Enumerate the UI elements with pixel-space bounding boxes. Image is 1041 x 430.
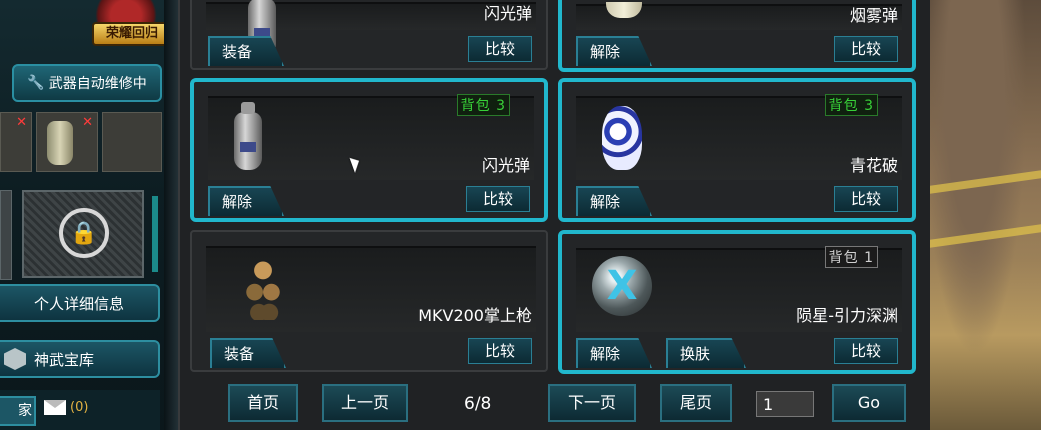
treasury-label: 神武宝库 [34, 350, 95, 369]
item-card[interactable]: MKV200掌上枪 装备 比较 [190, 230, 548, 372]
treasury-button[interactable]: 神武宝库 [0, 340, 160, 378]
panel-accent [152, 196, 158, 272]
home-label: 家 [18, 403, 32, 419]
compare-button[interactable]: 比较 [466, 186, 530, 212]
profile-label: 个人详细信息 [33, 294, 124, 313]
mail-button[interactable]: (0) [44, 400, 88, 415]
weapon-auto-repair-button[interactable]: 🔧 武器自动维修中 [12, 64, 162, 102]
equipment-slot-1[interactable]: ✕ [0, 112, 32, 172]
left-sidebar: 荣耀回归 🔧 武器自动维修中 ✕ ✕ 🔒 个人详细信息 神武宝库 家 (0) [0, 0, 178, 430]
last-page-button[interactable]: 尾页 [660, 384, 732, 422]
wrench-icon: 🔧 [27, 75, 45, 91]
compare-button[interactable]: 比较 [468, 36, 532, 62]
unequip-button[interactable]: 解除 [576, 36, 652, 66]
unequip-button[interactable]: 解除 [208, 186, 284, 216]
repair-label: 武器自动维修中 [48, 76, 147, 92]
first-page-button[interactable]: 首页 [228, 384, 298, 422]
item-card[interactable]: 闪光弹 装备 比较 [190, 0, 548, 70]
compare-button[interactable]: 比较 [834, 338, 898, 364]
backpack-tag: 背包 1 [824, 246, 878, 268]
cube-icon [4, 348, 26, 370]
prev-page-button[interactable]: 上一页 [322, 384, 408, 422]
item-name: 烟雾弹 [849, 6, 898, 25]
envelope-icon [44, 400, 66, 415]
equip-button[interactable]: 装备 [210, 338, 286, 368]
item-name: MKV200掌上枪 [418, 306, 532, 325]
glory-return-badge[interactable]: 荣耀回归 [92, 22, 172, 46]
home-button[interactable]: 家 [0, 396, 36, 426]
equipment-slot-2[interactable]: ✕ [36, 112, 98, 172]
equipment-slot-3[interactable] [102, 112, 162, 172]
change-skin-button[interactable]: 换肤 [666, 338, 746, 368]
inventory-panel: 闪光弹 装备 比较 烟雾弹 解除 比较 背包 3 闪光弹 解除 比较 背包 3 … [178, 0, 932, 430]
profile-details-button[interactable]: 个人详细信息 [0, 284, 160, 322]
item-name: 青花破 [849, 156, 898, 175]
item-card-selected[interactable]: 背包 3 青花破 解除 比较 [558, 78, 916, 222]
unequip-button[interactable]: 解除 [576, 338, 652, 368]
remove-x-icon[interactable]: ✕ [16, 115, 27, 130]
item-name: 陨星-引力深渊 [796, 306, 898, 325]
page-number-input[interactable] [756, 391, 814, 417]
background-scene [930, 0, 1041, 430]
page-indicator: 6/8 [464, 394, 492, 414]
pocket-pistol-icon [242, 258, 284, 320]
compare-button[interactable]: 比较 [468, 338, 532, 364]
backpack-tag: 背包 3 [824, 94, 878, 116]
remove-x-icon[interactable]: ✕ [82, 115, 93, 130]
compare-button[interactable]: 比较 [834, 186, 898, 212]
item-card-selected[interactable]: 背包 3 闪光弹 解除 比较 [190, 78, 548, 222]
item-name: 闪光弹 [483, 4, 532, 23]
flash-grenade-icon [234, 102, 262, 170]
lock-icon: 🔒 [59, 208, 109, 258]
porcelain-grenade-icon [602, 106, 642, 170]
next-page-button[interactable]: 下一页 [548, 384, 636, 422]
go-button[interactable]: Go [832, 384, 906, 422]
slot-stub [0, 190, 12, 280]
ground-stripe [930, 170, 1041, 194]
ground-stripe [930, 224, 1041, 248]
compare-button[interactable]: 比较 [834, 36, 898, 62]
item-name: 闪光弹 [481, 156, 530, 175]
mail-count: (0) [70, 400, 89, 415]
unequip-button[interactable]: 解除 [576, 186, 652, 216]
locked-slot[interactable]: 🔒 [22, 190, 144, 278]
grenade-icon [47, 121, 73, 165]
meteor-sphere-icon [592, 256, 652, 316]
backpack-tag: 背包 3 [456, 94, 510, 116]
item-card-selected[interactable]: 背包 1 陨星-引力深渊 解除 换肤 比较 [558, 230, 916, 374]
item-card-selected[interactable]: 烟雾弹 解除 比较 [558, 0, 916, 72]
